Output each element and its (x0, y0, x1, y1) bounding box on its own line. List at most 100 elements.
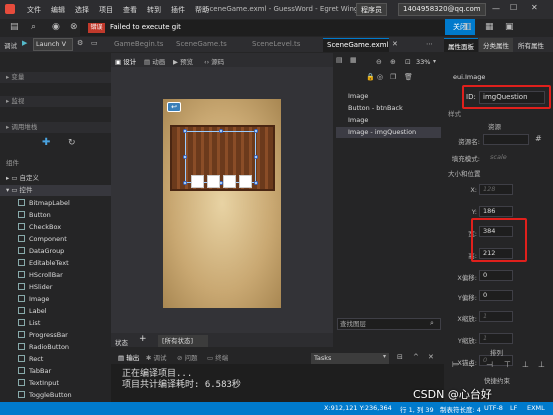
component-item[interactable]: List (18, 317, 110, 329)
component-item[interactable]: Component (18, 233, 110, 245)
menu-file[interactable]: 文件 (22, 5, 46, 15)
prop-value-input[interactable]: 1 (479, 311, 513, 322)
menu-plugins[interactable]: 插件 (166, 5, 190, 15)
menu-edit[interactable]: 编辑 (46, 5, 70, 15)
prop-value-input[interactable]: 186 (479, 206, 513, 217)
handle-r[interactable] (254, 155, 258, 159)
files-icon[interactable]: ▤ (10, 22, 19, 32)
section-variables[interactable]: ▸ 变量 (0, 72, 111, 83)
align-icon[interactable]: ▤ (336, 56, 343, 64)
section-watch[interactable]: ▸ 监视 (0, 96, 111, 107)
mode-design[interactable]: ▣ 设计 (115, 56, 136, 66)
eye-icon[interactable]: ◎ (377, 73, 383, 81)
component-item[interactable]: BitmapLabel (18, 197, 110, 209)
close-tab-icon[interactable]: ✕ (392, 40, 398, 48)
back-button[interactable]: ↩ (167, 102, 181, 112)
menu-select[interactable]: 选择 (70, 5, 94, 15)
dropdown-icon[interactable]: ▾ (383, 353, 386, 360)
component-item[interactable]: TextInput (18, 377, 110, 389)
res-input[interactable] (483, 134, 529, 145)
component-item[interactable]: DataGroup (18, 245, 110, 257)
align-center-icon[interactable]: ≑ (468, 360, 475, 369)
zoom-dropdown-icon[interactable]: ▾ (433, 58, 436, 65)
tree-controls[interactable]: ▾ ▭ 控件 (0, 185, 111, 196)
mode-source[interactable]: ‹› 源码 (204, 56, 224, 66)
component-item[interactable]: RadioButton (18, 341, 110, 353)
mode-animation[interactable]: ▤ 动画 (144, 56, 165, 66)
answer-slot-3[interactable] (223, 175, 236, 188)
tab-scenelevel[interactable]: SceneLevel.ts (248, 38, 305, 52)
answer-slot-1[interactable] (191, 175, 204, 188)
indent-setting[interactable]: 制表符长度: 4 (440, 404, 481, 414)
state-select[interactable]: [所有状态] (158, 335, 208, 347)
play-icon[interactable]: ▶ (22, 39, 27, 47)
search-icon[interactable]: ⌕ (430, 319, 434, 328)
more-icon[interactable]: ⋯ (426, 40, 433, 48)
answer-slot-2[interactable] (207, 175, 220, 188)
puzzle-icon[interactable]: ✚ (42, 137, 50, 148)
handle-bl[interactable] (183, 181, 187, 185)
fill-value[interactable]: scale (490, 153, 507, 161)
component-item[interactable]: Image (18, 293, 110, 305)
menu-goto[interactable]: 转到 (142, 5, 166, 15)
account-button[interactable]: 1404958320@qq.com (398, 3, 486, 16)
split-icon[interactable]: ▦ (485, 22, 494, 32)
component-item[interactable]: HScrollBar (18, 269, 110, 281)
component-item[interactable]: Label (18, 305, 110, 317)
handle-tr[interactable] (254, 129, 258, 133)
align-left-icon[interactable]: ⊨ (452, 360, 459, 369)
language-mode[interactable]: EXML (527, 404, 545, 412)
close-output-icon[interactable]: ✕ (428, 353, 434, 361)
prop-value-input[interactable]: 0 (479, 270, 513, 281)
maximize-icon[interactable]: ☐ (510, 3, 517, 12)
layer-search-input[interactable]: 查找图层 (337, 318, 441, 330)
align-middle-icon[interactable]: ⊥ (522, 360, 529, 369)
component-item[interactable]: CheckBox (18, 221, 110, 233)
panel-icon[interactable]: ▣ (505, 22, 514, 32)
component-item[interactable]: TabBar (18, 365, 110, 377)
task-select[interactable]: Tasks (311, 353, 389, 364)
grid-icon[interactable]: ▦ (350, 56, 357, 64)
refresh-icon[interactable]: ↻ (68, 138, 76, 148)
align-bottom-icon[interactable]: ⊥ (538, 360, 545, 369)
cursor-position[interactable]: 行 1, 列 39 (400, 404, 434, 414)
tab-scenegame-exml[interactable]: SceneGame.exml (323, 38, 389, 52)
tab-debug[interactable]: ✱ 调试 (146, 352, 167, 362)
close-window-icon[interactable]: ✕ (531, 3, 538, 12)
search-icon[interactable]: ⌕ (31, 22, 36, 32)
component-item[interactable]: HSlider (18, 281, 110, 293)
component-item[interactable]: Button (18, 209, 110, 221)
encoding[interactable]: UTF-8 (484, 404, 503, 412)
align-top-icon[interactable]: ⊤ (504, 360, 511, 369)
fit-icon[interactable]: ⊡ (405, 58, 411, 66)
menu-view[interactable]: 查看 (118, 5, 142, 15)
tab-output[interactable]: ▤ 输出 (118, 352, 139, 362)
component-item[interactable]: EditableText (18, 257, 110, 269)
tree-custom[interactable]: ▸ ▭ 自定义 (0, 173, 111, 184)
debug-icon[interactable]: ⊗ (70, 22, 78, 32)
collapse-icon[interactable]: ^ (413, 353, 419, 361)
zoom-out-icon[interactable]: ⊖ (376, 58, 382, 66)
prop-value-input[interactable]: 0 (479, 290, 513, 301)
align-right-icon[interactable]: ⊣ (486, 360, 493, 369)
tab-problems[interactable]: ⊘ 问题 (177, 352, 198, 362)
layer-item[interactable]: Image (336, 115, 441, 126)
tab-scenegame-ts[interactable]: SceneGame.ts (172, 38, 231, 52)
add-state-icon[interactable]: + (139, 334, 147, 344)
line-ending[interactable]: LF (510, 404, 517, 412)
minimize-icon[interactable]: — (492, 4, 500, 13)
layout-icon[interactable]: ▥ (463, 22, 472, 32)
tab-gamebegin[interactable]: GameBegin.ts (110, 38, 168, 52)
zoom-level[interactable]: 33% (416, 58, 430, 66)
console-icon[interactable]: ▭ (91, 39, 98, 47)
tab-all-props[interactable]: 所有属性 (514, 38, 548, 52)
layer-item[interactable]: Image (336, 91, 441, 102)
prop-value-input[interactable]: 128 (479, 184, 513, 195)
layer-item[interactable]: Button - btnBack (336, 103, 441, 114)
git-icon[interactable]: ◉ (52, 22, 60, 32)
mode-preview[interactable]: ▶ 预览 (173, 56, 193, 66)
handle-tl[interactable] (183, 129, 187, 133)
handle-br[interactable] (254, 181, 258, 185)
answer-slot-4[interactable] (239, 175, 252, 188)
copy-icon[interactable]: ❐ (390, 73, 396, 81)
